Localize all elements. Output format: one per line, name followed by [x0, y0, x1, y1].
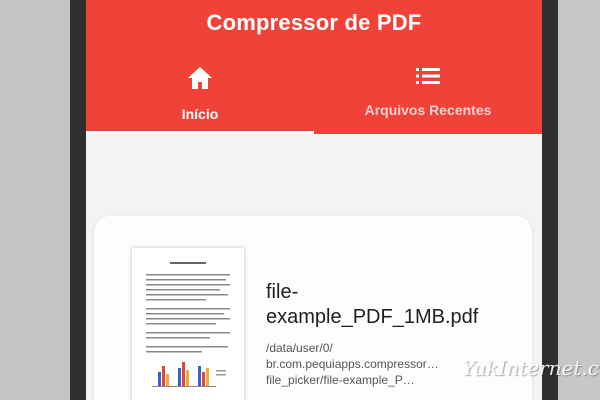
app-title: Compressor de PDF	[206, 10, 422, 35]
background-left	[0, 0, 70, 400]
file-name-text: file- example_PDF_1MB.pdf	[266, 281, 479, 328]
tab-recent-files[interactable]: Arquivos Recentes	[314, 58, 542, 134]
pdf-thumbnail[interactable]	[132, 248, 244, 400]
watermark: YukInternet.com	[462, 356, 600, 380]
app-bar: Compressor de PDF Início Arquivos Recent…	[86, 0, 542, 134]
tab-recent-files-label: Arquivos Recentes	[364, 102, 492, 118]
phone-frame: Compressor de PDF Início Arquivos Recent…	[70, 0, 558, 400]
list-icon	[416, 68, 440, 84]
pdf-page-preview	[146, 262, 230, 387]
file-name: file- example_PDF_1MB.pdf	[266, 280, 526, 330]
background-right	[558, 0, 600, 400]
home-icon	[188, 67, 212, 89]
app-screen: Compressor de PDF Início Arquivos Recent…	[86, 0, 542, 400]
tab-home-label: Início	[181, 106, 219, 122]
file-path-text: /data/user/0/ br.com.pequiapps.compresso…	[266, 341, 439, 387]
active-tab-indicator	[86, 131, 314, 134]
tab-home[interactable]: Início	[86, 58, 314, 134]
